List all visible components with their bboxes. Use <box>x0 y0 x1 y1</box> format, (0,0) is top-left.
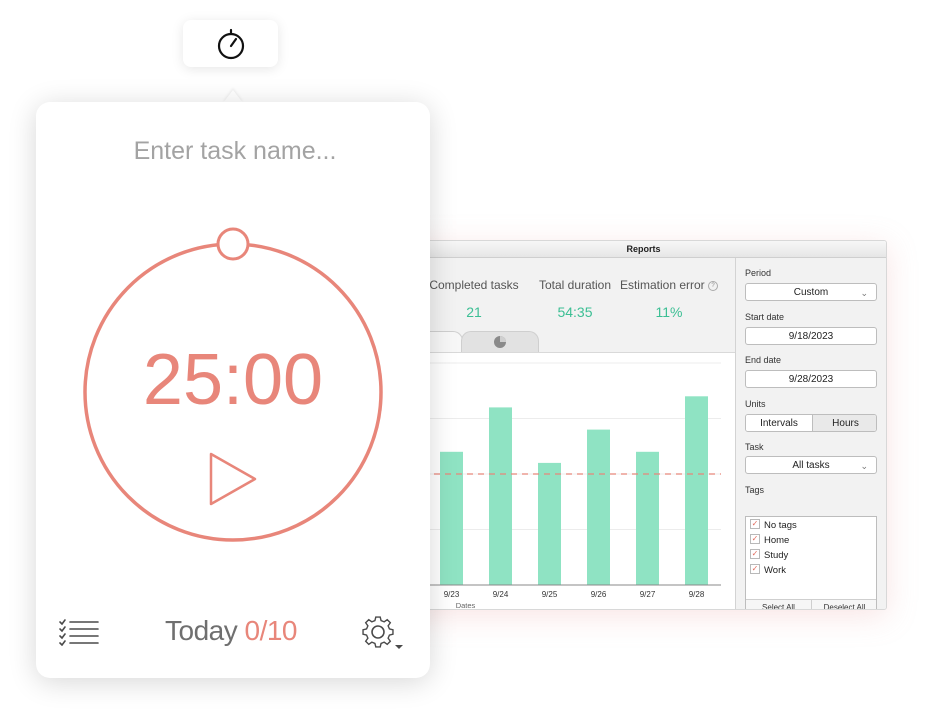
x-tick-label: 9/26 <box>591 590 607 599</box>
stat-label: Estimation error ? <box>614 278 724 292</box>
x-tick-label: 9/23 <box>444 590 460 599</box>
gear-icon[interactable] <box>358 612 408 652</box>
stat-value: 11% <box>655 304 683 320</box>
task-label: Task <box>745 442 764 452</box>
stat-label: Completed tasks <box>429 278 519 292</box>
reports-window: Reports Completed tasks 21 Total duratio… <box>400 240 887 610</box>
today-counter: Today 0/10 <box>146 615 316 647</box>
stat-estimation-error: Estimation error ? 11% <box>614 278 724 320</box>
stat-completed-tasks: Completed tasks 21 <box>419 278 529 320</box>
bar-chart: 9/23 9/24 9/25 9/26 9/27 9/28 Dates <box>401 352 735 609</box>
checkbox-checked-icon[interactable]: ✓ <box>750 519 760 530</box>
stat-value: 21 <box>466 304 482 320</box>
units-segmented-control[interactable]: Intervals Hours <box>745 414 877 432</box>
period-select[interactable]: Custom ⌄ <box>745 283 877 301</box>
play-icon[interactable] <box>209 452 257 506</box>
chevron-down-icon: ⌄ <box>860 288 868 298</box>
units-hours[interactable]: Hours <box>813 415 876 431</box>
reports-sidebar: Period Custom ⌄ Start date 9/18/2023 End… <box>735 258 886 609</box>
x-tick-label: 9/28 <box>689 590 705 599</box>
tags-buttons: Select All Deselect All <box>746 599 877 609</box>
checkbox-checked-icon[interactable]: ✓ <box>750 534 760 545</box>
start-date-label: Start date <box>745 312 785 322</box>
end-date-label: End date <box>745 355 782 365</box>
question-icon[interactable]: ? <box>708 280 719 291</box>
period-label: Period <box>745 268 772 278</box>
reports-title: Reports <box>401 241 886 258</box>
timer-dial: 25:00 <box>83 227 383 542</box>
timer-knob[interactable] <box>216 227 250 261</box>
menubar-item[interactable] <box>183 20 278 67</box>
bar <box>489 407 512 585</box>
tag-item[interactable]: ✓ Study <box>750 549 788 562</box>
x-tick-label: 9/25 <box>542 590 558 599</box>
tag-item[interactable]: ✓ No tags <box>750 519 797 532</box>
bar <box>440 451 463 585</box>
x-tick-label: 9/27 <box>640 590 656 599</box>
units-intervals[interactable]: Intervals <box>746 415 813 431</box>
start-date-field[interactable]: 9/18/2023 <box>745 327 877 345</box>
task-name-input[interactable] <box>76 132 394 170</box>
today-count: 0/10 <box>244 615 298 646</box>
deselect-all-button[interactable]: Deselect All <box>812 600 877 609</box>
bar <box>587 429 610 585</box>
tags-label: Tags <box>745 485 765 495</box>
select-all-button[interactable]: Select All <box>746 600 812 609</box>
pie-chart-icon <box>494 336 506 348</box>
task-list-icon[interactable] <box>58 618 100 646</box>
today-label: Today <box>165 615 238 646</box>
checkbox-checked-icon[interactable]: ✓ <box>750 549 760 560</box>
end-date-field[interactable]: 9/28/2023 <box>745 370 877 388</box>
task-select[interactable]: All tasks ⌄ <box>745 456 877 474</box>
dropdown-triangle-icon <box>395 645 403 649</box>
bar <box>636 451 659 585</box>
tab-pie-chart[interactable] <box>461 331 539 352</box>
tag-item[interactable]: ✓ Work <box>750 564 786 577</box>
bar-chart-svg: 9/23 9/24 9/25 9/26 9/27 9/28 Dates <box>401 362 721 610</box>
tags-list: ✓ No tags ✓ Home ✓ Study ✓ Work Select All D… <box>745 516 877 609</box>
reports-main: Completed tasks 21 Total duration 54:35 … <box>401 258 735 609</box>
x-tick-label: 9/24 <box>493 590 509 599</box>
units-label: Units <box>745 399 766 409</box>
timer-popover: 25:00 Today 0/10 <box>36 102 430 678</box>
bar <box>685 396 708 585</box>
time-display: 25:00 <box>143 340 323 420</box>
stopwatch-icon[interactable] <box>214 27 248 61</box>
x-axis-label: Dates <box>456 601 476 610</box>
checkbox-checked-icon[interactable]: ✓ <box>750 564 760 575</box>
bar <box>538 462 561 585</box>
chevron-down-icon: ⌄ <box>860 461 868 471</box>
tag-item[interactable]: ✓ Home <box>750 534 789 547</box>
